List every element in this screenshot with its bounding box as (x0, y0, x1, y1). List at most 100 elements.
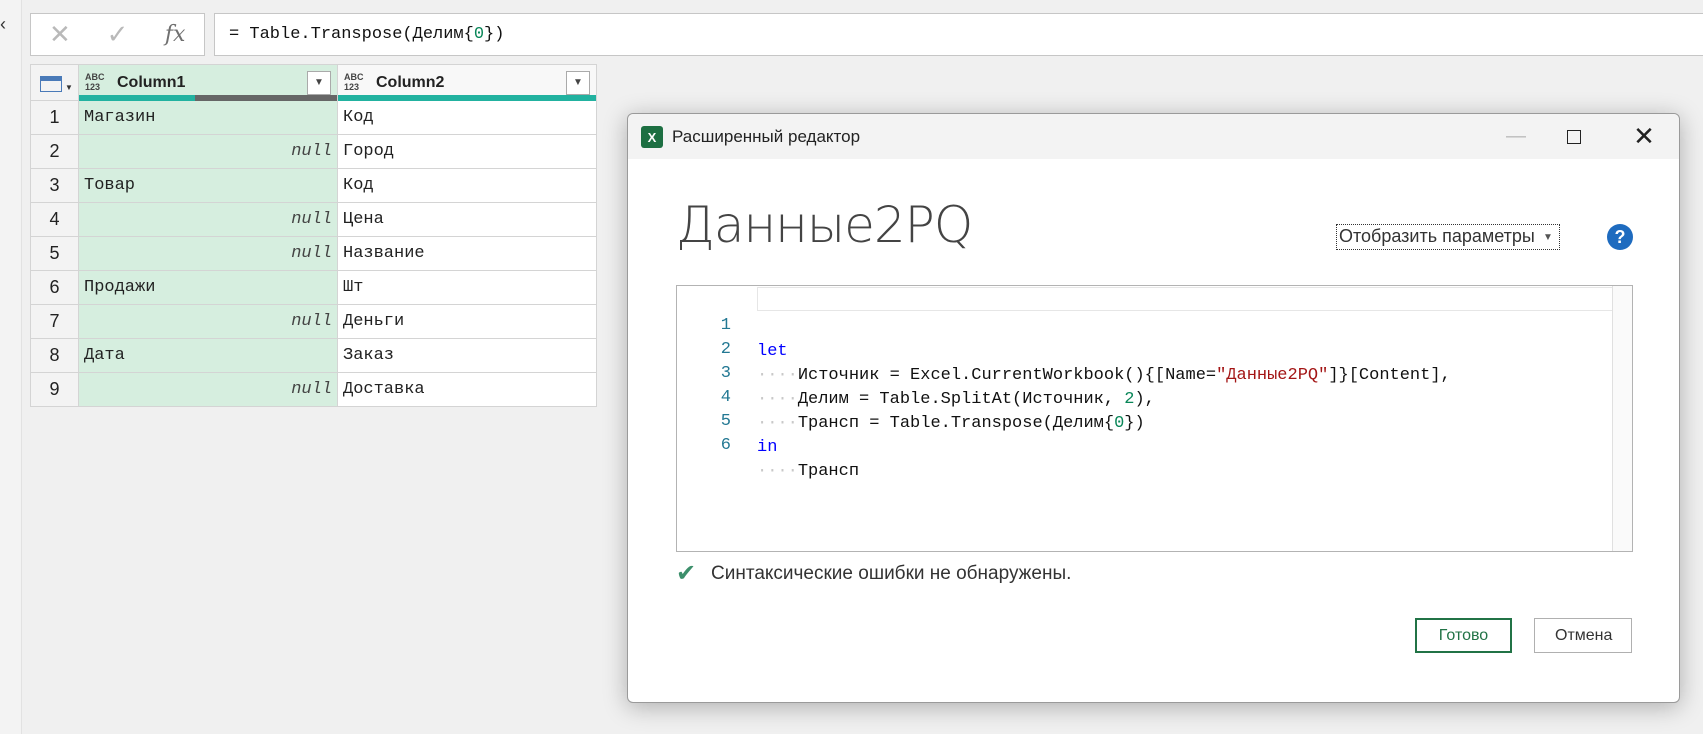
table-menu-button[interactable]: ▼ (30, 64, 79, 101)
code-text: = Excel.CurrentWorkbook(){[Name= (879, 366, 1217, 385)
whitespace-dots: ···· (757, 462, 798, 481)
row-number[interactable]: 6 (30, 270, 79, 305)
formula-input[interactable]: = Table.Transpose(Делим{0}) (214, 13, 1703, 56)
display-options-label: Отобразить параметры (1339, 226, 1535, 246)
whitespace-dots: ···· (757, 366, 798, 385)
formula-text-suffix: }) (484, 25, 505, 44)
table-row: 6 Продажи Шт (30, 270, 597, 305)
row-number[interactable]: 1 (30, 100, 79, 135)
code-line: 6 ····Трансп (677, 407, 859, 481)
filter-dropdown-icon[interactable]: ▼ (566, 71, 590, 95)
keyword-in: in (757, 438, 778, 457)
cell-column2[interactable]: Название (337, 236, 597, 271)
code-line: 4 ····Трансп = Table.Transpose(Делим{0}) (677, 359, 1145, 433)
code-editor[interactable]: 1 let 2 ····Источник = Excel.CurrentWork… (676, 285, 1633, 552)
code-line: 2 ····Источник = Excel.CurrentWorkbook()… (677, 311, 1451, 385)
column-header-1[interactable]: ABC 123 Column1 ▼ (78, 64, 338, 101)
cell-column2[interactable]: Доставка (337, 372, 597, 407)
table-row: 2 null Город (30, 134, 597, 169)
done-button[interactable]: Готово (1415, 618, 1512, 653)
status-text: Синтаксические ошибки не обнаружены. (711, 563, 1072, 584)
code-text: ), (1134, 390, 1155, 409)
row-number[interactable]: 3 (30, 168, 79, 203)
cell-column1[interactable]: Продажи (78, 270, 338, 305)
step-name: Делим (797, 390, 849, 409)
cancel-button[interactable]: Отмена (1534, 618, 1632, 653)
table-row: 8 Дата Заказ (30, 338, 597, 373)
dialog-titlebar[interactable]: X Расширенный редактор — ✕ (628, 114, 1679, 159)
step-name: Источник (797, 366, 880, 385)
cell-column2[interactable]: Деньги (337, 304, 597, 339)
cell-column1[interactable]: null (78, 236, 338, 271)
caret-down-icon: ▼ (65, 83, 73, 92)
cell-column2[interactable]: Шт (337, 270, 597, 305)
left-collapse-strip: ‹ (0, 0, 22, 734)
cell-column2[interactable]: Код (337, 100, 597, 135)
code-line: 5 in (677, 383, 778, 457)
any-type-icon[interactable]: ABC 123 (85, 72, 105, 92)
table-row: 9 null Доставка (30, 372, 597, 407)
minimize-button[interactable]: — (1488, 114, 1544, 159)
whitespace-dots: ···· (757, 414, 798, 433)
formula-bar-buttons: ✕ ✓ fx (30, 13, 205, 56)
formula-cancel-icon[interactable]: ✕ (31, 14, 89, 55)
check-icon: ✔ (676, 560, 697, 587)
help-icon[interactable]: ? (1607, 224, 1633, 250)
editor-scrollbar[interactable] (1612, 286, 1632, 551)
maximize-icon (1567, 129, 1581, 144)
fx-icon[interactable]: fx (146, 14, 204, 55)
code-text: = Table.SplitAt(Источник, (848, 390, 1125, 409)
formula-commit-icon[interactable]: ✓ (89, 14, 147, 55)
cell-column2[interactable]: Цена (337, 202, 597, 237)
row-number[interactable]: 7 (30, 304, 79, 339)
row-number[interactable]: 2 (30, 134, 79, 169)
cell-column2[interactable]: Заказ (337, 338, 597, 373)
code-line: 1 let (677, 287, 788, 361)
any-type-icon[interactable]: ABC 123 (344, 72, 364, 92)
keyword-let: let (757, 342, 788, 361)
table-row: 4 null Цена (30, 202, 597, 237)
formula-index: 0 (473, 25, 485, 44)
data-grid: ▼ ABC 123 Column1 ▼ ABC 123 Column2 ▼ 1 Маг… (30, 64, 597, 407)
cell-column1[interactable]: null (78, 372, 338, 407)
row-number[interactable]: 5 (30, 236, 79, 271)
cell-column1[interactable]: Дата (78, 338, 338, 373)
excel-icon: X (641, 126, 663, 148)
table-row: 3 Товар Код (30, 168, 597, 203)
column-quality-bar (79, 95, 337, 101)
syntax-status: ✔ Синтаксические ошибки не обнаружены. (676, 561, 1071, 587)
column-quality-bar (338, 95, 596, 101)
step-name: Трансп (797, 414, 860, 433)
collapse-chevron-icon[interactable]: ‹ (0, 14, 12, 34)
row-number[interactable]: 8 (30, 338, 79, 373)
code-text: = Table.Transpose(Делим{ (859, 414, 1115, 433)
current-line-highlight (757, 287, 1632, 311)
filter-dropdown-icon[interactable]: ▼ (307, 71, 331, 95)
cell-column1[interactable]: null (78, 202, 338, 237)
code-line: 3 ····Делим = Table.SplitAt(Источник, 2)… (677, 335, 1155, 409)
cell-column2[interactable]: Код (337, 168, 597, 203)
whitespace-dots: ···· (757, 390, 798, 409)
maximize-button[interactable] (1546, 114, 1602, 159)
advanced-editor-dialog: X Расширенный редактор — ✕ Данные2PQ Ото… (627, 113, 1680, 703)
cell-column1[interactable]: null (78, 134, 338, 169)
dialog-title: Расширенный редактор (672, 127, 861, 146)
query-name: Данные2PQ (676, 196, 973, 254)
column-name-2: Column2 (376, 74, 445, 91)
code-text: }) (1124, 414, 1145, 433)
string-literal: "Данные2PQ" (1216, 366, 1329, 385)
close-button[interactable]: ✕ (1616, 114, 1672, 159)
table-row: 1 Магазин Код (30, 100, 597, 135)
row-number[interactable]: 9 (30, 372, 79, 407)
cell-column1[interactable]: Товар (78, 168, 338, 203)
cell-column1[interactable]: null (78, 304, 338, 339)
cell-column1[interactable]: Магазин (78, 100, 338, 135)
table-row: 5 null Название (30, 236, 597, 271)
cell-column2[interactable]: Город (337, 134, 597, 169)
table-row: 7 null Деньги (30, 304, 597, 339)
number-literal: 2 (1124, 390, 1135, 409)
column-name-1: Column1 (117, 74, 186, 91)
display-options-dropdown[interactable]: Отобразить параметры ▼ (1336, 224, 1560, 250)
row-number[interactable]: 4 (30, 202, 79, 237)
column-header-2[interactable]: ABC 123 Column2 ▼ (337, 64, 597, 101)
